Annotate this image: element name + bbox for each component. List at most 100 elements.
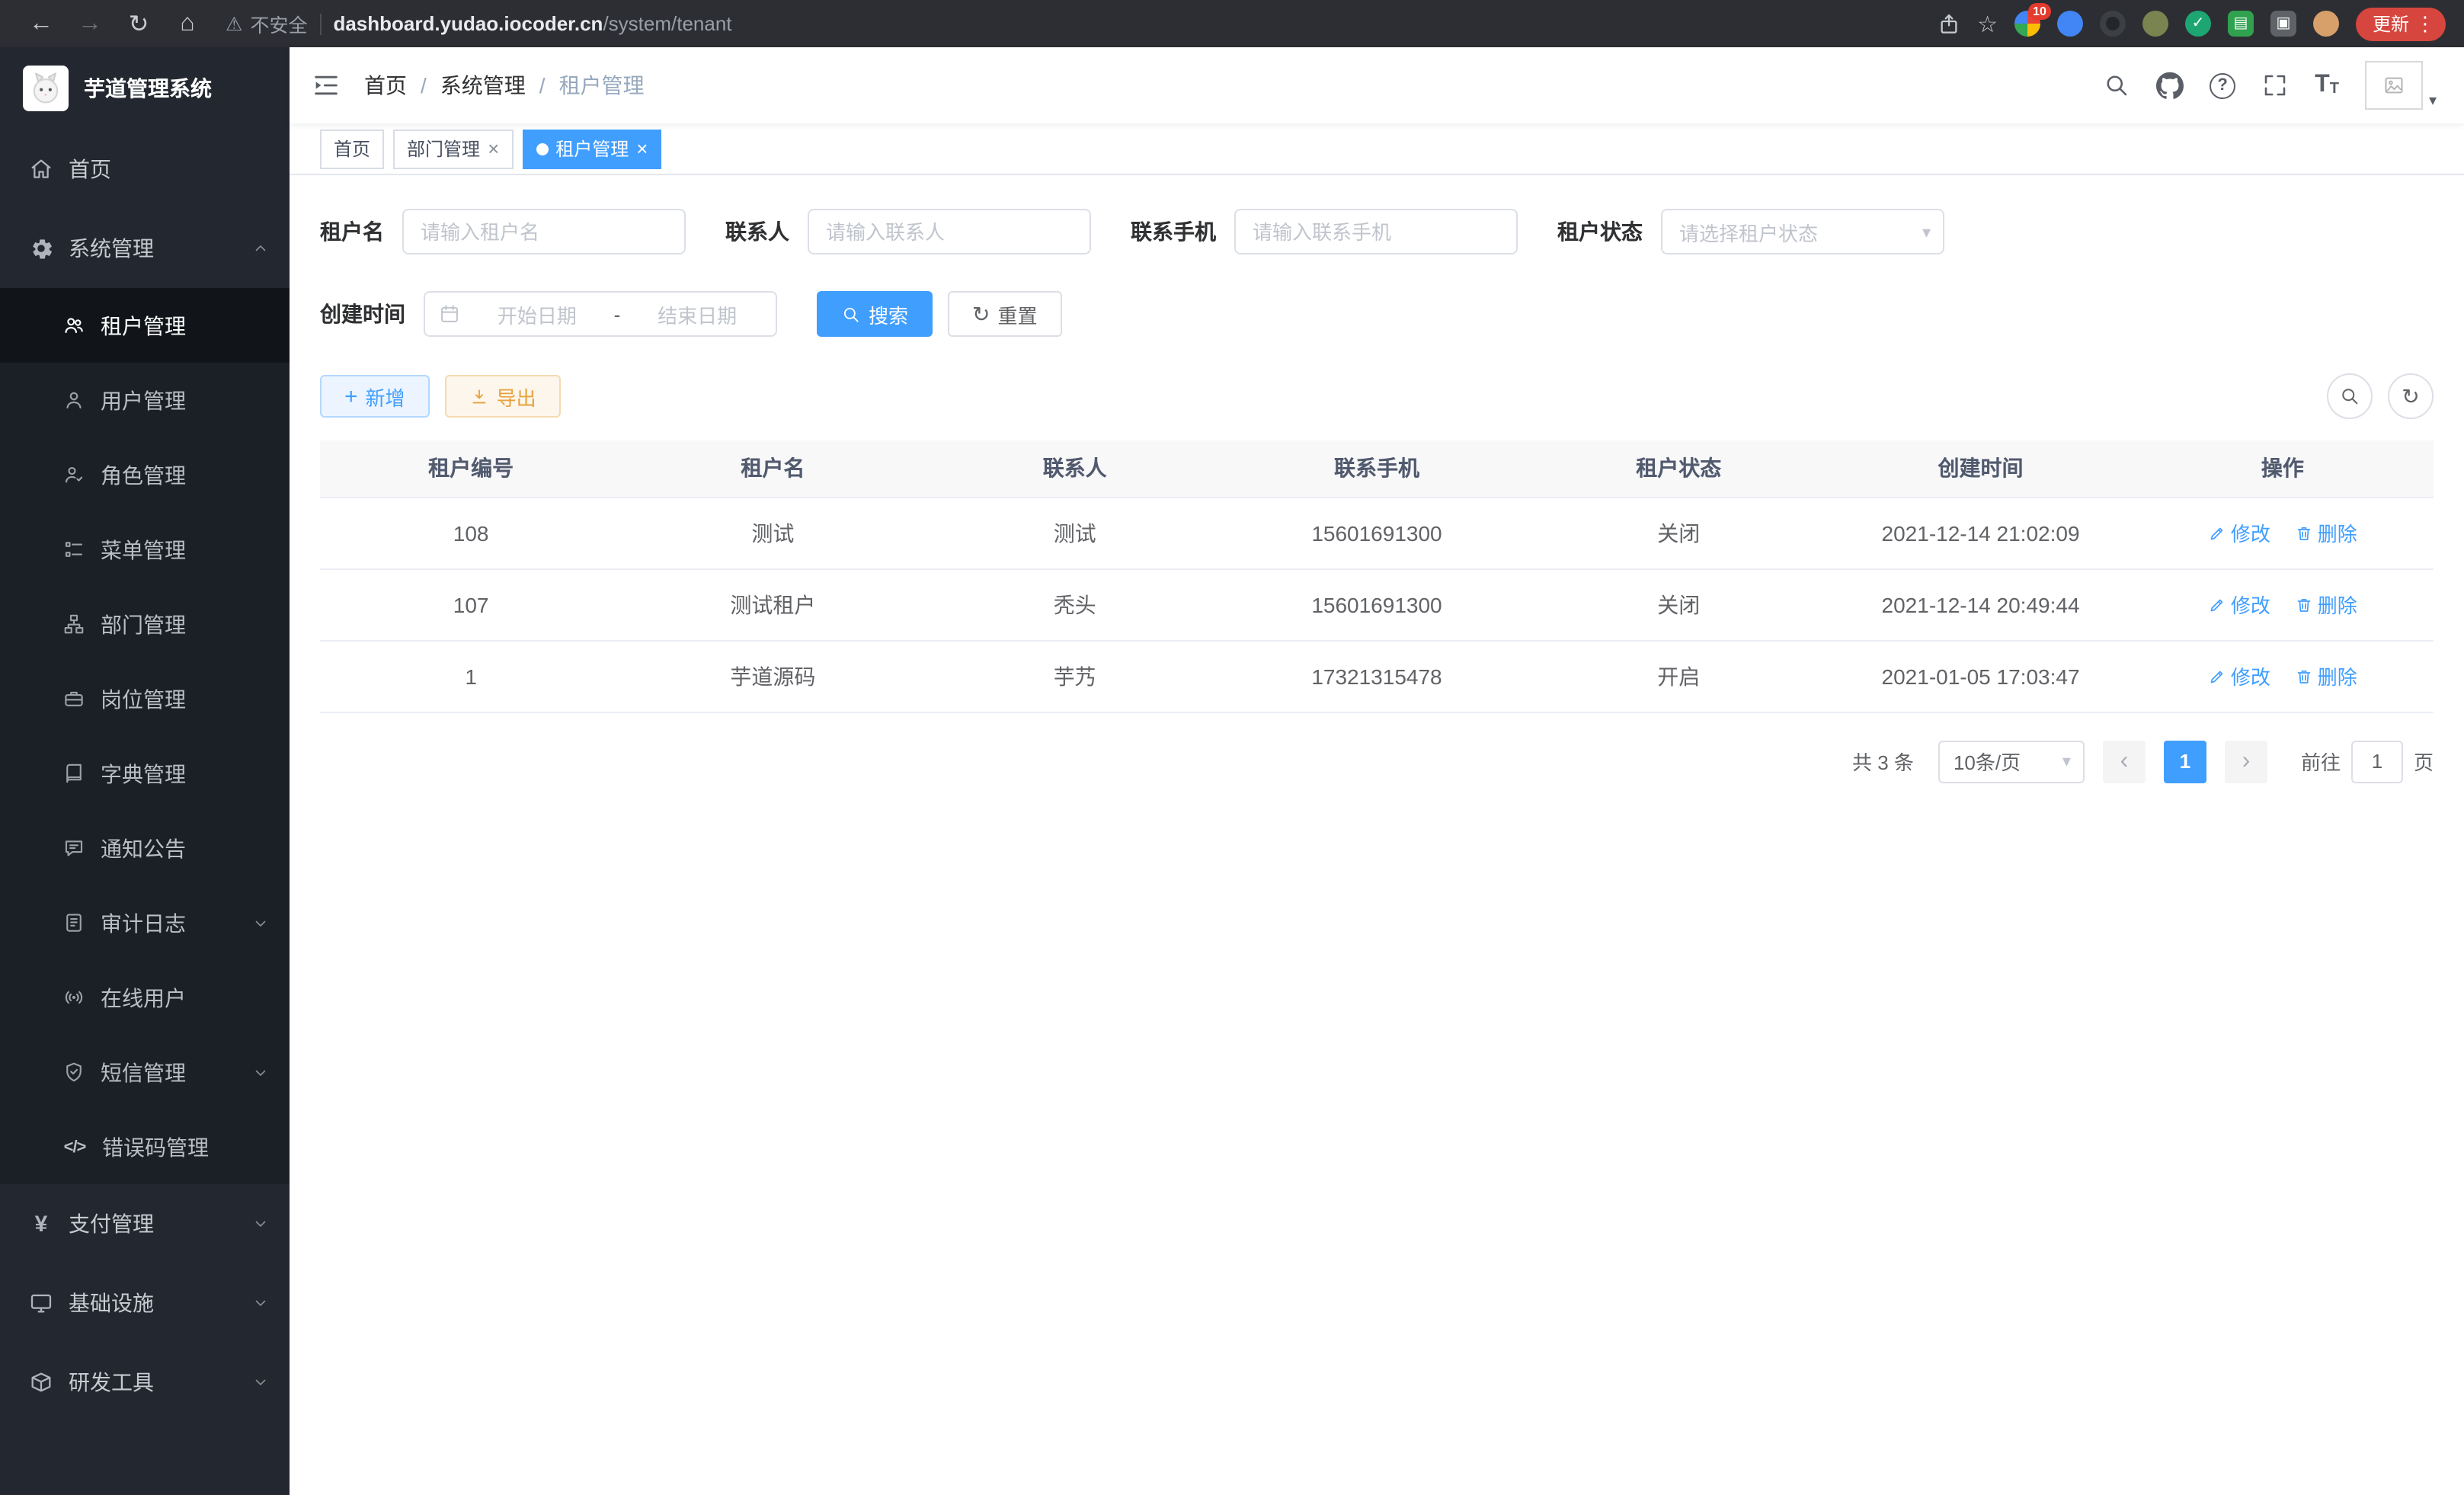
- breadcrumb-system[interactable]: 系统管理: [440, 70, 526, 101]
- sidebar: 芋道管理系统 首页 系统管理 租户管理 用户管理: [0, 47, 290, 1495]
- sidebar-item-sms[interactable]: 短信管理: [0, 1035, 290, 1109]
- contact-input[interactable]: [808, 209, 1091, 255]
- sidebar-item-system[interactable]: 系统管理: [0, 209, 290, 288]
- font-size-icon[interactable]: TT: [2315, 73, 2339, 98]
- prev-page-button[interactable]: ‹: [2103, 740, 2146, 783]
- goto-page-group: 前往 页: [2301, 740, 2434, 783]
- pinwheel-extension-icon[interactable]: 10: [2014, 11, 2040, 37]
- blue-extension-icon[interactable]: [2057, 11, 2083, 37]
- sidebar-item-role[interactable]: 角色管理: [0, 437, 290, 512]
- delete-label: 删除: [2318, 661, 2357, 690]
- delete-link[interactable]: 删除: [2295, 661, 2357, 690]
- refresh-icon: ↻: [2402, 386, 2419, 407]
- pagination: 共 3 条 10条/页 ▾ ‹ 1 › 前往 页: [320, 740, 2434, 783]
- dark-extension-icon[interactable]: [2100, 11, 2126, 37]
- chrome-update-button[interactable]: 更新 ⋮: [2356, 7, 2446, 40]
- tenant-name-input[interactable]: [402, 209, 686, 255]
- sidebar-item-dev-tools[interactable]: 研发工具: [0, 1343, 290, 1422]
- top-navbar: 首页 / 系统管理 / 租户管理 ? TT ▾: [290, 47, 2464, 123]
- puzzle-extension-icon[interactable]: ▣: [2270, 11, 2296, 37]
- security-indicator[interactable]: ⚠ 不安全: [226, 9, 307, 38]
- sidebar-item-label: 用户管理: [101, 385, 186, 415]
- cell-actions: 修改 删除: [2132, 568, 2434, 640]
- tag-label: 部门管理: [407, 136, 480, 162]
- chevron-down-icon: [251, 1373, 270, 1391]
- goto-page-input[interactable]: [2351, 740, 2403, 783]
- edit-link[interactable]: 修改: [2208, 518, 2270, 547]
- browser-back-button[interactable]: ←: [18, 4, 64, 43]
- sidebar-item-label: 错误码管理: [102, 1132, 209, 1162]
- cell-contact: 测试: [924, 497, 1226, 568]
- current-page-button[interactable]: 1: [2164, 740, 2206, 783]
- url-text[interactable]: dashboard.yudao.iocoder.cn/system/tenant: [333, 12, 731, 35]
- search-icon[interactable]: [2103, 72, 2130, 99]
- sidebar-item-menu[interactable]: 菜单管理: [0, 512, 290, 587]
- green-check-extension-icon[interactable]: ✓: [2185, 11, 2211, 37]
- close-icon[interactable]: ×: [488, 139, 499, 158]
- browser-profile-avatar[interactable]: [2313, 11, 2339, 37]
- edit-link[interactable]: 修改: [2208, 590, 2270, 619]
- edit-link[interactable]: 修改: [2208, 661, 2270, 690]
- user-avatar-dropdown[interactable]: ▾: [2365, 61, 2437, 110]
- url-path: /system/tenant: [603, 12, 731, 35]
- browser-home-button[interactable]: ⌂: [165, 4, 210, 43]
- olive-extension-icon[interactable]: [2142, 11, 2168, 37]
- sidebar-item-error-code[interactable]: </> 错误码管理: [0, 1109, 290, 1184]
- address-bar[interactable]: ⚠ 不安全 dashboard.yudao.iocoder.cn/system/…: [226, 9, 1933, 38]
- sidebar-item-tenant[interactable]: 租户管理: [0, 288, 290, 363]
- col-status: 租户状态: [1528, 440, 1829, 497]
- browser-forward-button[interactable]: →: [67, 4, 113, 43]
- sidebar-item-dept[interactable]: 部门管理: [0, 587, 290, 661]
- tag-tenant-active[interactable]: 租户管理 ×: [522, 129, 661, 168]
- fullscreen-icon[interactable]: [2261, 72, 2289, 99]
- filter-label: 联系手机: [1131, 216, 1216, 247]
- page-size-select[interactable]: 10条/页 ▾: [1938, 740, 2085, 783]
- edit-label: 修改: [2231, 518, 2270, 547]
- search-icon: [2339, 386, 2360, 407]
- tag-home[interactable]: 首页: [320, 129, 384, 168]
- delete-link[interactable]: 删除: [2295, 518, 2357, 547]
- bookmark-star-icon[interactable]: ☆: [1977, 10, 1998, 37]
- goto-label: 前往: [2301, 747, 2341, 776]
- sidebar-item-home[interactable]: 首页: [0, 130, 290, 209]
- calendar-icon: [439, 303, 460, 325]
- sidebar-item-infrastructure[interactable]: 基础设施: [0, 1263, 290, 1343]
- date-range-picker[interactable]: 开始日期 - 结束日期: [424, 291, 777, 337]
- delete-link[interactable]: 删除: [2295, 590, 2357, 619]
- help-icon[interactable]: ?: [2210, 72, 2235, 98]
- sidebar-item-payment[interactable]: ¥ 支付管理: [0, 1184, 290, 1263]
- sidebar-item-label: 岗位管理: [101, 683, 186, 714]
- search-button[interactable]: 搜索: [817, 291, 933, 337]
- next-page-button[interactable]: ›: [2225, 740, 2267, 783]
- logo[interactable]: 芋道管理系统: [0, 47, 290, 130]
- refresh-table-button[interactable]: ↻: [2388, 373, 2434, 419]
- sidebar-item-audit-log[interactable]: 审计日志: [0, 885, 290, 960]
- sidebar-item-user[interactable]: 用户管理: [0, 363, 290, 437]
- add-button[interactable]: + 新增: [320, 375, 430, 418]
- sidebar-item-dict[interactable]: 字典管理: [0, 736, 290, 811]
- reset-button[interactable]: ↻ 重置: [948, 291, 1062, 337]
- sidebar-item-online-user[interactable]: 在线用户: [0, 960, 290, 1035]
- sidebar-item-post[interactable]: 岗位管理: [0, 661, 290, 736]
- mobile-input[interactable]: [1234, 209, 1518, 255]
- dictionary-book-icon: [62, 762, 85, 785]
- export-button[interactable]: 导出: [445, 375, 561, 418]
- tag-dept[interactable]: 部门管理 ×: [393, 129, 513, 168]
- breadcrumb-home[interactable]: 首页: [364, 70, 407, 101]
- sidebar-item-label: 租户管理: [101, 310, 186, 341]
- close-icon[interactable]: ×: [636, 139, 648, 158]
- browser-reload-button[interactable]: ↻: [116, 4, 162, 43]
- sidebar-item-label: 字典管理: [101, 758, 186, 789]
- edit-icon: [2208, 595, 2226, 613]
- sidebar-collapse-icon[interactable]: [311, 70, 341, 101]
- cell-name: 测试租户: [622, 568, 923, 640]
- green-square-extension-icon[interactable]: ▤: [2228, 11, 2254, 37]
- browser-right-controls: ☆ 10 ✓ ▤ ▣ 更新 ⋮: [1936, 7, 2446, 40]
- sidebar-item-notice[interactable]: 通知公告: [0, 811, 290, 885]
- status-select[interactable]: 请选择租户状态 ▾: [1661, 209, 1944, 255]
- edit-icon: [2208, 523, 2226, 542]
- toggle-search-button[interactable]: [2327, 373, 2373, 419]
- tags-view: 首页 部门管理 × 租户管理 ×: [290, 123, 2464, 175]
- share-icon[interactable]: [1936, 11, 1960, 36]
- github-icon[interactable]: [2156, 72, 2184, 99]
